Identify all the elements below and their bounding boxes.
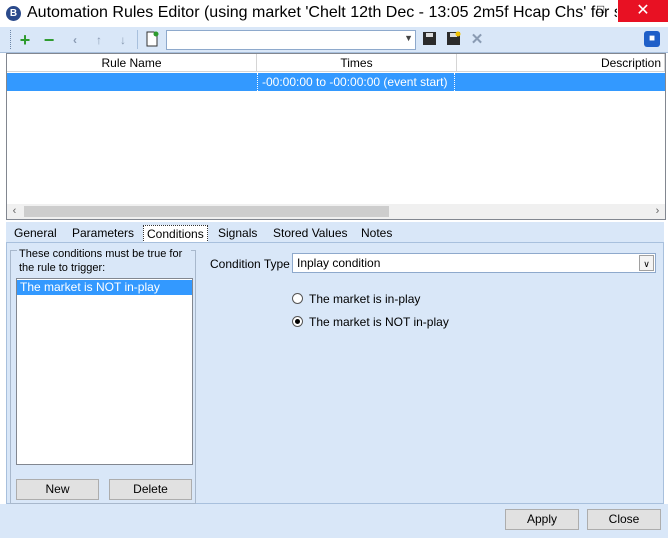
remove-icon[interactable]: − bbox=[40, 31, 58, 49]
condition-type-value: Inplay condition bbox=[297, 256, 381, 270]
scrollbar-thumb[interactable] bbox=[24, 206, 389, 217]
condition-type-label: Condition Type bbox=[210, 257, 290, 271]
new-document-icon[interactable] bbox=[143, 31, 161, 49]
column-header-times[interactable]: Times bbox=[257, 54, 457, 72]
toolbar-grip bbox=[10, 30, 13, 49]
toolbar-separator bbox=[137, 30, 138, 49]
delete-icon[interactable]: ✕ bbox=[468, 31, 486, 49]
column-header-description[interactable]: Description bbox=[457, 54, 665, 72]
cell-description bbox=[457, 73, 665, 91]
app-icon: B bbox=[6, 6, 21, 21]
move-up-icon[interactable]: ↑ bbox=[90, 31, 108, 49]
tab-stored-values[interactable]: Stored Values bbox=[273, 225, 348, 241]
scroll-right-icon[interactable]: › bbox=[650, 204, 665, 219]
close-button[interactable]: Close bbox=[587, 509, 661, 530]
toolbar: + − ‹ ↑ ↓ ▼ ✕ ■ bbox=[0, 27, 668, 53]
dock-icon[interactable]: ■ bbox=[644, 31, 660, 47]
cell-rule-name bbox=[7, 73, 255, 91]
save-as-icon[interactable] bbox=[444, 31, 462, 49]
chevron-down-icon[interactable]: ∨ bbox=[639, 255, 654, 271]
rules-grid[interactable]: Rule Name Times Description -00:00:00 to… bbox=[6, 53, 666, 220]
tab-signals[interactable]: Signals bbox=[218, 225, 257, 241]
tab-general[interactable]: General bbox=[14, 225, 57, 241]
add-icon[interactable]: + bbox=[16, 31, 34, 49]
conditions-group-label: These conditions must be true for the ru… bbox=[17, 247, 191, 275]
delete-condition-button[interactable]: Delete bbox=[109, 479, 192, 500]
radio-selected-dot bbox=[295, 319, 300, 324]
tab-notes[interactable]: Notes bbox=[361, 225, 392, 241]
tab-strip: General Parameters Conditions Signals St… bbox=[6, 222, 664, 243]
radio-not-in-play-label: The market is NOT in-play bbox=[309, 315, 449, 329]
share-icon[interactable]: ‹ bbox=[66, 31, 84, 49]
condition-type-select[interactable]: Inplay condition ∨ bbox=[292, 253, 656, 273]
maximize-icon[interactable]: □ bbox=[597, 2, 604, 16]
window-title: Automation Rules Editor (using market 'C… bbox=[27, 4, 617, 21]
radio-in-play-circle[interactable] bbox=[292, 293, 303, 304]
scroll-left-icon[interactable]: ‹ bbox=[7, 204, 22, 219]
tab-conditions[interactable]: Conditions bbox=[143, 225, 208, 243]
radio-not-in-play-circle[interactable] bbox=[292, 316, 303, 327]
rule-selector[interactable]: ▼ bbox=[166, 30, 416, 50]
chevron-down-icon[interactable]: ▼ bbox=[404, 33, 413, 43]
title-bar[interactable]: B Automation Rules Editor (using market … bbox=[0, 0, 668, 27]
new-condition-button[interactable]: New bbox=[16, 479, 99, 500]
move-down-icon[interactable]: ↓ bbox=[114, 31, 132, 49]
list-item-label: The market is NOT in-play bbox=[20, 280, 160, 294]
conditions-list[interactable]: The market is NOT in-play bbox=[16, 278, 193, 465]
list-item[interactable]: The market is NOT in-play bbox=[17, 280, 192, 295]
horizontal-scrollbar[interactable]: ‹ › bbox=[7, 204, 665, 219]
radio-in-play-label: The market is in-play bbox=[309, 292, 421, 306]
close-window-button[interactable]: ✕ bbox=[618, 0, 668, 22]
table-row[interactable]: -00:00:00 to -00:00:00 (event start) bbox=[7, 73, 665, 91]
tab-parameters[interactable]: Parameters bbox=[72, 225, 134, 241]
column-header-rule-name[interactable]: Rule Name bbox=[7, 54, 257, 72]
save-icon[interactable] bbox=[420, 31, 438, 49]
cell-times: -00:00:00 to -00:00:00 (event start) bbox=[257, 73, 455, 91]
apply-button[interactable]: Apply bbox=[505, 509, 579, 530]
